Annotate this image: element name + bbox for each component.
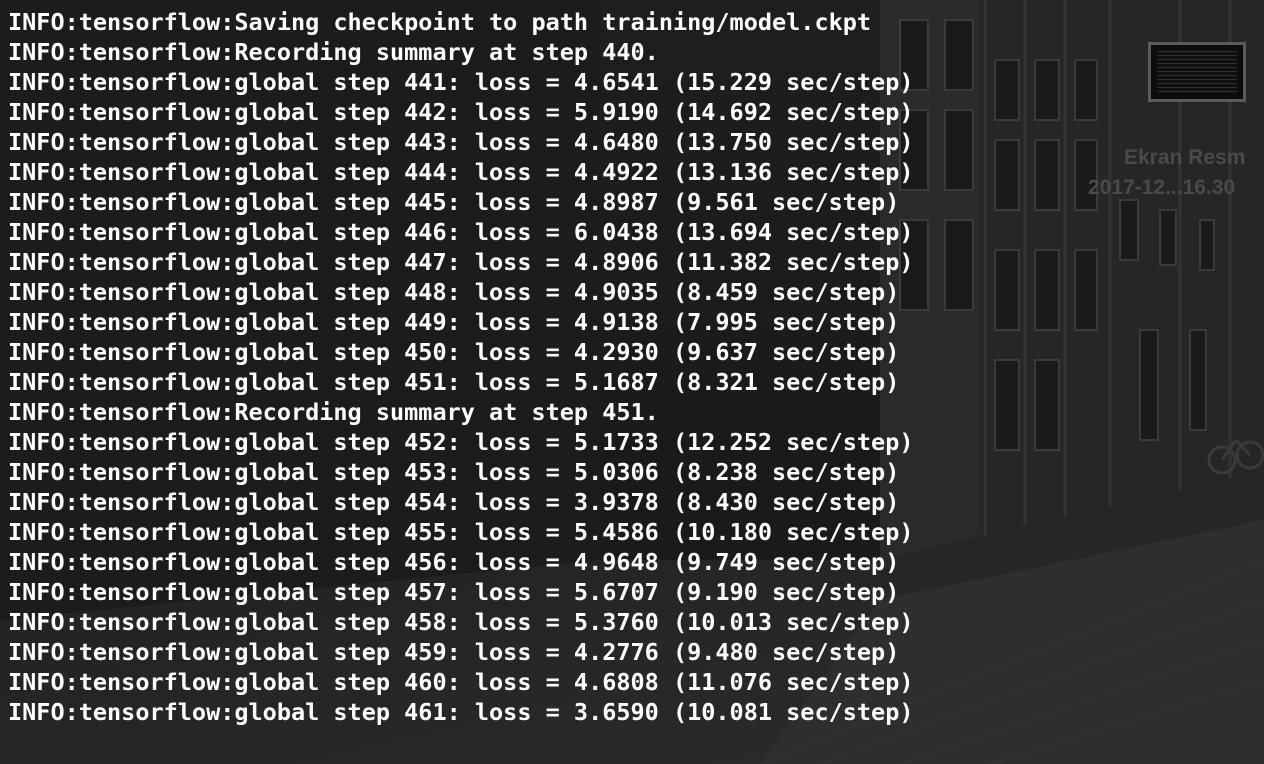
terminal-output[interactable]: INFO:tensorflow:Saving checkpoint to pat… (8, 7, 913, 727)
thumbnail-preview (1157, 51, 1237, 93)
log-line: INFO:tensorflow:global step 455: loss = … (8, 518, 914, 546)
desktop-file-date: 2017-12...16.30 (1088, 176, 1236, 199)
log-line: INFO:tensorflow:global step 441: loss = … (8, 68, 914, 96)
desktop-file-name[interactable]: Ekran Resm (1124, 146, 1264, 170)
log-line: INFO:tensorflow:global step 449: loss = … (8, 308, 900, 336)
log-line: INFO:tensorflow:global step 445: loss = … (8, 188, 900, 216)
log-line: INFO:tensorflow:global step 450: loss = … (8, 338, 900, 366)
log-line: INFO:tensorflow:global step 448: loss = … (8, 278, 900, 306)
log-line: INFO:tensorflow:global step 458: loss = … (8, 608, 914, 636)
log-line: INFO:tensorflow:global step 457: loss = … (8, 578, 900, 606)
screenshot-file-icon[interactable] (1148, 42, 1246, 102)
terminal-window[interactable]: Ekran Resm 2017-12...16.30 INFO:tensorfl… (0, 0, 1264, 764)
log-line: INFO:tensorflow:global step 444: loss = … (8, 158, 914, 186)
log-line: INFO:tensorflow:global step 456: loss = … (8, 548, 900, 576)
log-line: INFO:tensorflow:global step 443: loss = … (8, 128, 914, 156)
log-line: INFO:tensorflow:global step 447: loss = … (8, 248, 914, 276)
log-line: INFO:tensorflow:global step 452: loss = … (8, 428, 914, 456)
log-line: INFO:tensorflow:global step 451: loss = … (8, 368, 900, 396)
log-line: INFO:tensorflow:global step 460: loss = … (8, 668, 914, 696)
log-line: INFO:tensorflow:global step 442: loss = … (8, 98, 914, 126)
log-line: INFO:tensorflow:Recording summary at ste… (8, 38, 659, 66)
log-line: INFO:tensorflow:global step 446: loss = … (8, 218, 914, 246)
log-line: INFO:tensorflow:global step 454: loss = … (8, 488, 900, 516)
log-line: INFO:tensorflow:global step 461: loss = … (8, 698, 914, 726)
log-line: INFO:tensorflow:global step 459: loss = … (8, 638, 900, 666)
log-line: INFO:tensorflow:global step 453: loss = … (8, 458, 900, 486)
log-line: INFO:tensorflow:Saving checkpoint to pat… (8, 8, 872, 36)
log-line: INFO:tensorflow:Recording summary at ste… (8, 398, 659, 426)
